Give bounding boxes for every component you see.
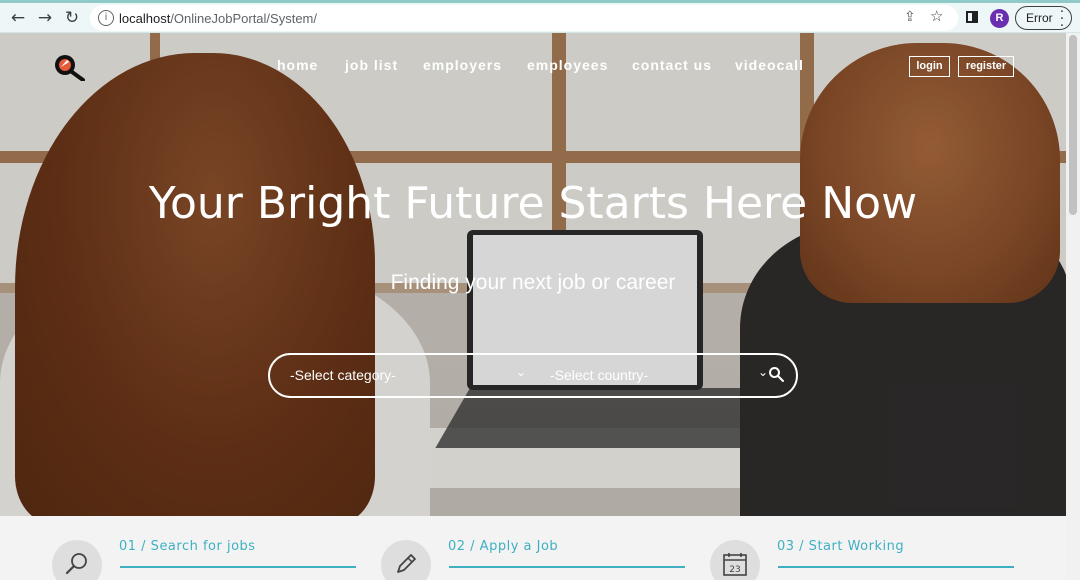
scrollbar-thumb[interactable] [1069,35,1077,215]
forward-icon[interactable]: → [34,7,56,29]
step-2-underline [449,566,685,568]
info-icon[interactable]: i [98,10,114,26]
error-status-button[interactable]: Error · · · [1015,5,1072,34]
calendar-icon: 23 [723,553,747,576]
login-button[interactable]: login [909,56,950,77]
hero-subline: Finding your next job or career [390,271,676,294]
nav-employees[interactable]: employees [527,57,608,73]
step-search-circle [52,540,102,580]
step-working-circle: 23 [710,540,760,580]
address-bar[interactable]: i localhost/OnlineJobPortal/System/ ⇪ ☆ [90,5,958,31]
back-icon[interactable]: ← [7,7,29,29]
search-icon[interactable] [768,366,784,382]
calendar-day: 23 [729,565,740,575]
step-1-underline [120,566,356,568]
logo-icon[interactable] [53,53,85,81]
profile-avatar[interactable]: R [990,9,1009,28]
hero-section: home job list employers employees contac… [0,33,1066,516]
steps-section: 01 / Search for jobs 02 / Apply a Job 23… [0,516,1066,580]
nav-contact-us[interactable]: contact us [632,57,712,73]
step-1-title: 01 / Search for jobs [119,539,256,554]
hero-headline: Your Bright Future Starts Here Now [148,178,918,229]
reload-icon[interactable]: ↻ [61,7,83,29]
nav-videocall[interactable]: videocall [735,57,804,73]
register-button[interactable]: register [958,56,1014,77]
url-host: localhost [119,11,171,26]
menu-dots-icon: · · · [1059,5,1065,34]
nav-job-list[interactable]: job list [345,57,398,73]
side-panel-icon[interactable] [966,11,978,23]
step-3-title: 03 / Start Working [777,539,905,554]
chevron-down-icon[interactable]: ⌄ [758,365,768,379]
category-select[interactable]: -Select category- [290,367,396,383]
error-status-label: Error [1026,11,1053,25]
nav-home[interactable]: home [277,57,318,73]
country-select[interactable]: -Select country- [550,367,648,383]
url-text[interactable]: localhost/OnlineJobPortal/System/ [119,11,317,26]
browser-toolbar: ← → ↻ i localhost/OnlineJobPortal/System… [0,3,1080,33]
share-icon[interactable]: ⇪ [904,9,916,25]
url-path: /OnlineJobPortal/System/ [170,11,317,26]
star-icon[interactable]: ☆ [930,7,943,25]
nav-employers[interactable]: employers [423,57,502,73]
step-apply-circle [381,540,431,580]
search-icon [65,553,87,575]
page-scrollbar[interactable] [1066,33,1080,580]
job-search-bar: -Select category- ⌄ -Select country- ⌄ [268,353,798,398]
pencil-icon [397,554,416,573]
step-2-title: 02 / Apply a Job [448,539,559,554]
chevron-down-icon[interactable]: ⌄ [516,365,526,379]
step-3-underline [778,566,1014,568]
